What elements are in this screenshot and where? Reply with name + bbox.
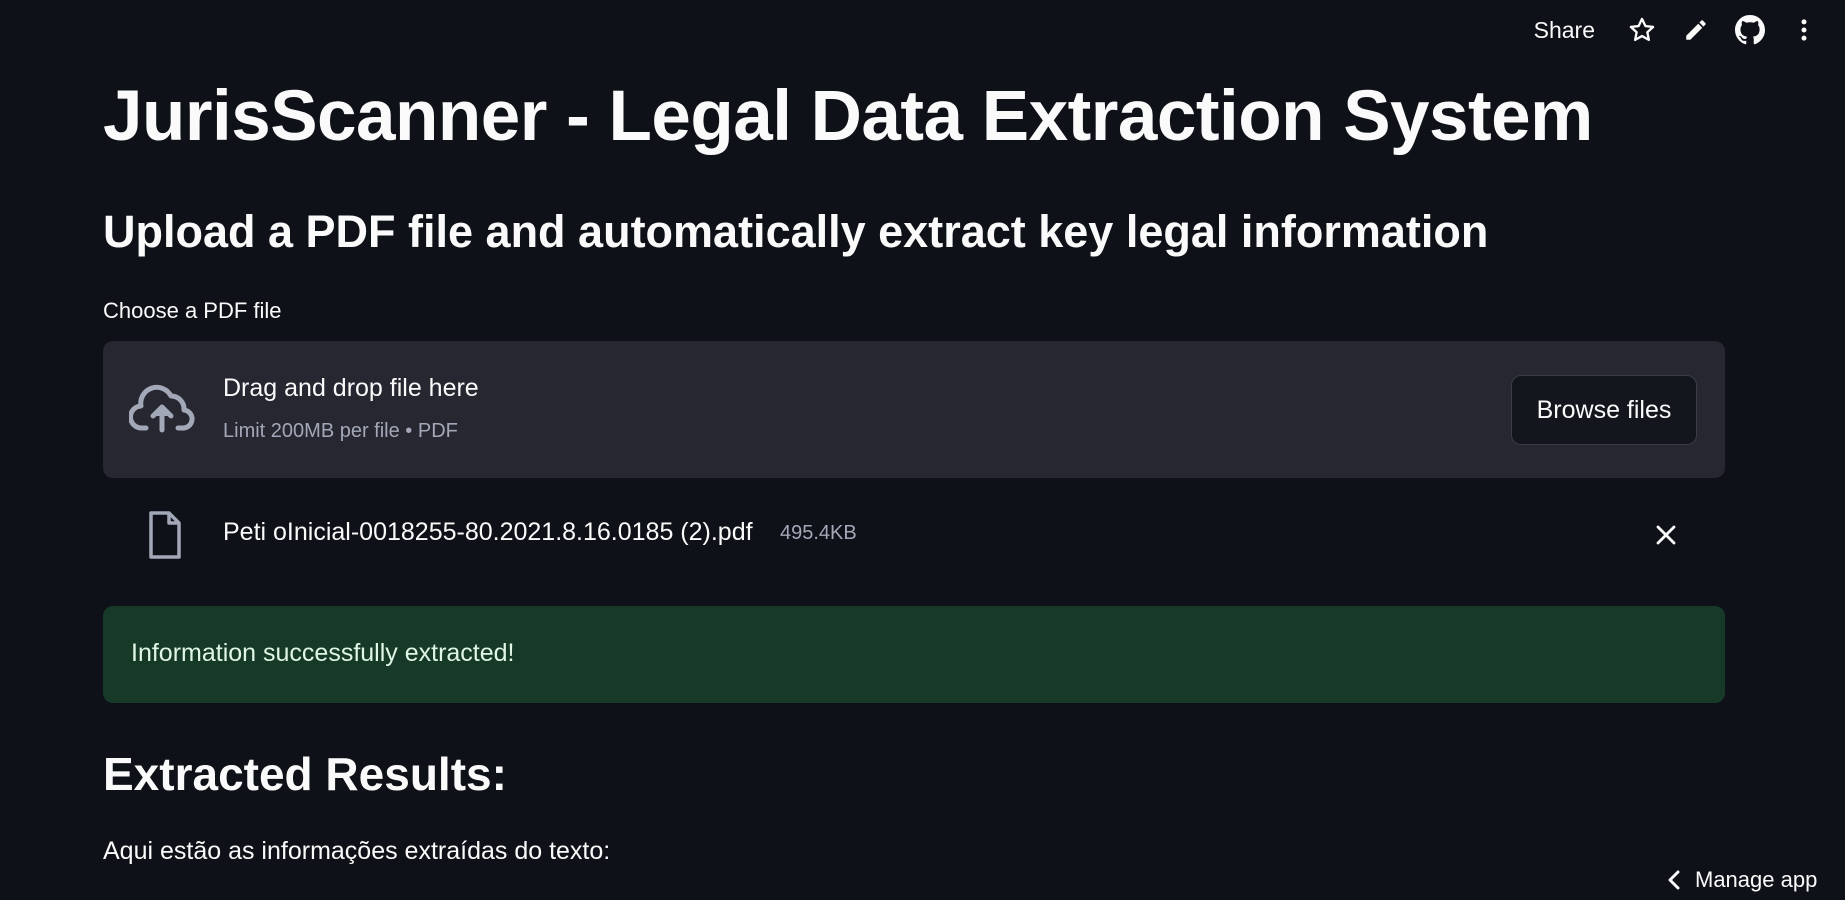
edit-button[interactable] [1669, 3, 1723, 57]
page-subtitle: Upload a PDF file and automatically extr… [103, 200, 1488, 264]
pencil-icon [1683, 17, 1709, 43]
main-menu-button[interactable] [1777, 3, 1831, 57]
remove-file-button[interactable] [1649, 518, 1683, 552]
chevron-left-icon [1667, 870, 1681, 890]
star-button[interactable] [1615, 3, 1669, 57]
browse-files-button[interactable]: Browse files [1511, 375, 1697, 445]
file-icon [143, 510, 187, 560]
page-title: JurisScanner - Legal Data Extraction Sys… [103, 72, 1593, 162]
github-icon [1735, 15, 1765, 45]
star-icon [1628, 16, 1656, 44]
dropzone-instructions: Drag and drop file here [223, 374, 479, 403]
more-vertical-icon [1791, 16, 1817, 44]
share-button[interactable]: Share [1534, 17, 1595, 44]
results-heading: Extracted Results: [103, 742, 507, 806]
success-alert: Information successfully extracted! [103, 606, 1725, 703]
app-toolbar: Share [1534, 0, 1845, 60]
cloud-upload-icon [129, 381, 195, 437]
uploaded-file-name: Peti oInicial-0018255-80.2021.8.16.0185 … [223, 518, 753, 547]
success-alert-text: Information successfully extracted! [131, 639, 515, 668]
uploaded-file-row: Peti oInicial-0018255-80.2021.8.16.0185 … [103, 502, 1725, 566]
dropzone-limit-text: Limit 200MB per file • PDF [223, 420, 458, 443]
uploaded-file-size: 495.4KB [780, 522, 857, 545]
manage-app-button[interactable]: Manage app [1655, 860, 1845, 900]
close-icon [1655, 524, 1677, 546]
uploader-label: Choose a PDF file [103, 298, 282, 324]
results-intro-text: Aqui estão as informações extraídas do t… [103, 837, 610, 866]
manage-app-label: Manage app [1695, 867, 1817, 893]
github-button[interactable] [1723, 3, 1777, 57]
file-dropzone[interactable]: Drag and drop file here Limit 200MB per … [103, 341, 1725, 478]
